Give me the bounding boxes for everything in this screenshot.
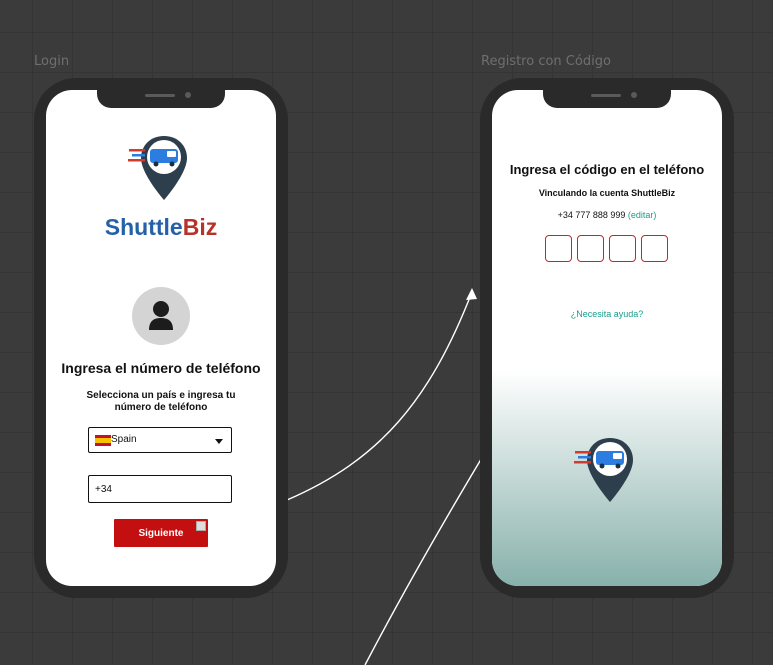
spain-flag-icon bbox=[95, 435, 111, 446]
camera bbox=[185, 92, 191, 98]
phone-frame-login: ShuttleBiz Ingresa el número de teléfono… bbox=[34, 78, 288, 598]
country-select-value: Spain bbox=[111, 434, 137, 445]
phone-frame-code: Ingresa el código en el teléfono Vincula… bbox=[480, 78, 734, 598]
speaker bbox=[591, 94, 621, 97]
country-select[interactable]: Spain bbox=[88, 427, 232, 453]
component-badge-icon bbox=[196, 521, 206, 531]
help-link[interactable]: ¿Necesita ayuda? bbox=[492, 309, 722, 319]
shuttlebiz-logo-icon bbox=[128, 136, 187, 200]
chevron-down-icon bbox=[215, 439, 223, 444]
brand-wordmark: ShuttleBiz bbox=[46, 214, 276, 241]
brand-part-2: Biz bbox=[182, 214, 218, 240]
next-button[interactable]: Siguiente bbox=[114, 519, 208, 547]
page-subtitle: Selecciona un país e ingresa tu número d… bbox=[86, 390, 236, 413]
arrowhead-icon bbox=[466, 288, 477, 300]
shuttlebiz-logo-icon bbox=[574, 438, 633, 502]
code-digit-input-2[interactable] bbox=[577, 235, 604, 262]
notch bbox=[97, 88, 225, 108]
next-button-label: Siguiente bbox=[138, 527, 184, 539]
phone-number-input[interactable] bbox=[88, 475, 232, 503]
login-screen: ShuttleBiz Ingresa el número de teléfono… bbox=[46, 90, 276, 586]
avatar bbox=[132, 287, 190, 345]
code-phone-line: +34 777 888 999 (editar) bbox=[492, 210, 722, 220]
code-digit-input-1[interactable] bbox=[545, 235, 572, 262]
code-screen: Ingresa el código en el teléfono Vincula… bbox=[492, 90, 722, 586]
code-phone-number: +34 777 888 999 bbox=[557, 210, 626, 220]
code-digit-input-4[interactable] bbox=[641, 235, 668, 262]
code-digit-input-3[interactable] bbox=[609, 235, 636, 262]
flow-arrow-login-to-code bbox=[286, 291, 473, 501]
edit-link[interactable]: (editar) bbox=[628, 210, 657, 220]
code-page-title: Ingresa el código en el teléfono bbox=[509, 162, 705, 177]
page-title: Ingresa el número de teléfono bbox=[61, 360, 261, 376]
notch bbox=[543, 88, 671, 108]
code-page-subtitle: Vinculando la cuenta ShuttleBiz bbox=[538, 188, 676, 198]
speaker bbox=[145, 94, 175, 97]
camera bbox=[631, 92, 637, 98]
brand-part-1: Shuttle bbox=[104, 214, 183, 240]
user-icon bbox=[149, 301, 173, 330]
